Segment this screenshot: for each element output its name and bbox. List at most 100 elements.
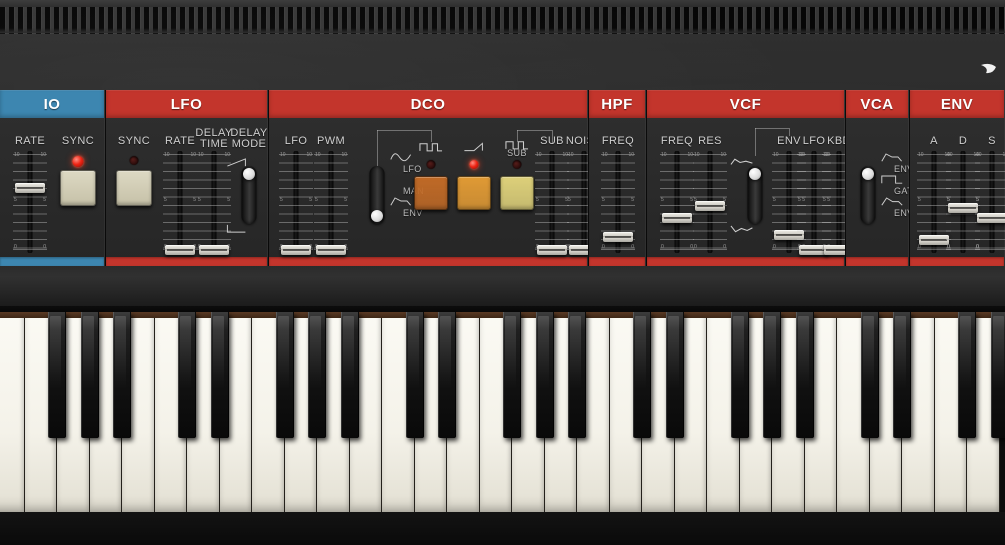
section-header-io: IO (0, 90, 104, 118)
black-key[interactable] (860, 312, 879, 438)
section-footer-vcf (647, 257, 844, 266)
slider-dco-pwm[interactable]: 10105500 (314, 151, 348, 255)
switch-vcf-env-polarity[interactable] (746, 166, 764, 224)
black-key[interactable] (275, 312, 294, 438)
black-key[interactable] (210, 312, 229, 438)
section-header-lfo: LFO (106, 90, 267, 118)
button-dco-saw[interactable] (457, 176, 491, 210)
black-key[interactable] (535, 312, 554, 438)
section-title-hpf: HPF (601, 95, 633, 113)
slider-cap-env-a[interactable] (919, 234, 949, 245)
switch-knob-dco[interactable] (371, 210, 383, 222)
section-body-vcf: FREQRESENVLFOKBD101055001010550010105500… (647, 118, 856, 255)
synth-panel-screenshot: IO RATE SYNC 10 10 5 5 0 0 LFO SYNC RATE DELAY TIME D… (0, 0, 1005, 545)
slider-io-rate[interactable]: 10 10 5 5 0 0 (13, 151, 47, 253)
section-dco: DCOLFOPWMSUBNOISESUB1010550010105500LFOM… (268, 90, 602, 266)
black-key[interactable] (80, 312, 99, 438)
label-lfo-sync: SYNC (117, 135, 151, 147)
slider-cap-io-rate[interactable] (15, 182, 45, 193)
slider-hpf-freq[interactable]: 10 10 5 5 0 0 (601, 151, 635, 253)
black-key[interactable] (763, 312, 781, 438)
led-dco-7 (512, 160, 522, 169)
section-footer-io (0, 257, 104, 266)
keyboard[interactable] (0, 312, 1005, 545)
black-key[interactable] (633, 312, 651, 438)
icon-env-wave (390, 197, 411, 206)
label-io-rate: RATE (14, 135, 46, 147)
section-lfo: LFOSYNCRATEDELAY TIMEDELAY MODE101055001… (105, 90, 268, 266)
icon-ramp-up (227, 158, 246, 167)
section-footer-vca (846, 257, 908, 266)
black-key[interactable] (568, 312, 586, 438)
black-key[interactable] (405, 312, 424, 438)
label-lfo-delay-time: DELAY TIME (195, 127, 233, 150)
led-dco-5 (469, 160, 479, 169)
slider-env-s[interactable]: 10105500 (975, 151, 1005, 253)
slider-cap-env-d[interactable] (948, 203, 978, 213)
icon-saw-wave (464, 142, 483, 152)
label-vcf-env: ENV (777, 135, 801, 147)
section-header-env: ENV (910, 90, 1004, 118)
section-vcf: VCFFREQRESENVLFOKBD101055001010550010105… (646, 90, 856, 266)
black-key[interactable] (113, 312, 131, 438)
slider-vcf-res[interactable]: 10 10 5 5 0 0 (693, 151, 727, 253)
section-body-io: RATE SYNC 10 10 5 5 0 0 (0, 118, 104, 253)
black-key[interactable] (178, 312, 196, 438)
black-key[interactable] (438, 312, 456, 438)
black-key[interactable] (730, 312, 749, 438)
button-io-sync[interactable] (60, 170, 96, 206)
switch-lfo-delay-mode[interactable] (240, 166, 258, 224)
label-env-a: A (930, 135, 938, 147)
section-title-io: IO (43, 95, 61, 113)
icon-env-negative (730, 225, 753, 233)
switch-knob-vcf[interactable] (749, 168, 761, 180)
section-footer-lfo (106, 257, 267, 266)
label-dco-pwm: PWM (316, 135, 346, 147)
button-dco-pulse[interactable] (414, 176, 448, 210)
slider-cap-dco-pwm[interactable] (316, 245, 346, 255)
slider-cap-vcf-res[interactable] (695, 201, 725, 212)
led-dco-3 (426, 160, 436, 169)
black-key[interactable] (48, 312, 66, 438)
black-key[interactable] (990, 312, 1005, 438)
black-key[interactable] (503, 312, 521, 438)
slider-dco-sub[interactable]: 10105500 (535, 151, 569, 255)
section-body-lfo: SYNCRATEDELAY TIMEDELAY MODE101055001010… (106, 118, 268, 255)
slider-cap-dco-sub[interactable] (537, 245, 567, 255)
white-key[interactable] (0, 312, 25, 512)
keyboard-shelf (0, 266, 1005, 314)
slider-dco-lfo[interactable]: 10105500 (279, 151, 313, 255)
keyboard-front-edge (0, 512, 1005, 545)
slider-cap-lfo-rate[interactable] (165, 245, 195, 255)
section-header-hpf: HPF (589, 90, 645, 118)
black-key[interactable] (893, 312, 911, 438)
section-body-hpf: FREQ 10 10 5 5 0 0 (589, 118, 645, 253)
black-key[interactable] (795, 312, 814, 438)
switch-vca-vca-mode[interactable] (859, 166, 877, 224)
slider-cap-dco-lfo[interactable] (281, 245, 311, 255)
slider-cap-lfo-delay-time[interactable] (199, 245, 229, 255)
slider-vcf-freq[interactable]: 10 10 5 5 0 0 (660, 151, 694, 253)
icon-env-positive (730, 158, 753, 165)
slider-cap-env-s[interactable] (977, 213, 1005, 224)
label-vcf-res: RES (698, 135, 722, 147)
black-key[interactable] (958, 312, 976, 438)
black-key[interactable] (308, 312, 326, 438)
switch-knob-vca[interactable] (862, 168, 874, 180)
section-footer-dco (269, 257, 587, 266)
black-key[interactable] (340, 312, 359, 438)
button-lfo-sync[interactable] (116, 170, 152, 206)
section-title-vcf: VCF (729, 95, 762, 113)
button-dco-sub[interactable] (500, 176, 534, 210)
slider-cap-vcf-freq[interactable] (662, 213, 692, 224)
label-lfo-delay-mode: DELAY MODE (230, 127, 268, 150)
slider-lfo-rate[interactable]: 10105500 (163, 151, 197, 255)
black-key[interactable] (665, 312, 684, 438)
label-env-d: D (958, 135, 968, 147)
slider-cap-hpf-freq[interactable] (603, 232, 633, 243)
switch-option-dco-lfo: LFO (403, 164, 422, 174)
switch-dco-pwm-mode[interactable] (368, 166, 386, 224)
label-env-s: S (988, 135, 996, 147)
switch-knob-lfo[interactable] (243, 168, 255, 180)
control-panel: IO RATE SYNC 10 10 5 5 0 0 LFO SYNC RATE DELAY TIME D… (0, 90, 1005, 266)
